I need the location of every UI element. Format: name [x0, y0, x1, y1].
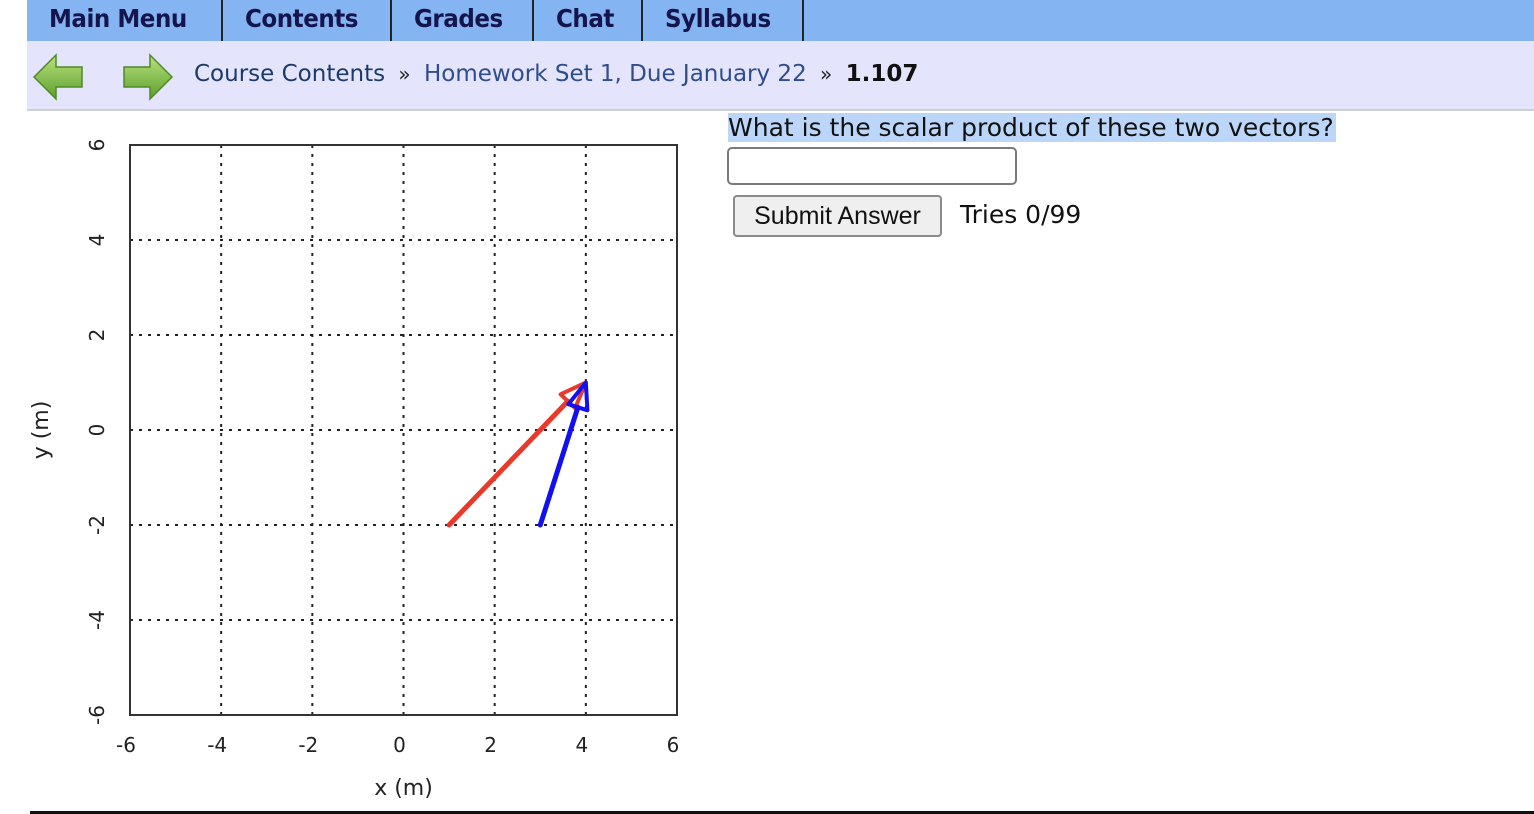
y-tick-label: 6	[85, 139, 109, 152]
x-tick-label: -6	[116, 733, 136, 757]
x-tick-label: -4	[207, 733, 227, 757]
x-tick-label: 0	[393, 733, 406, 757]
question-text: What is the scalar product of these two …	[728, 113, 1336, 142]
vector-plot: -6 -4 -2 0 2 4 6 -6 -4 -2 0 2 4 6 x (m) y (m)	[29, 139, 679, 801]
breadcrumb-separator: »	[820, 62, 833, 86]
forward-arrow-icon[interactable]	[122, 53, 174, 101]
y-tick-label: 4	[85, 234, 109, 247]
tab-chat[interactable]: Chat	[534, 0, 644, 41]
top-navigation: Main Menu Contents Grades Chat Syllabus	[27, 0, 1534, 41]
y-tick-label: 0	[85, 424, 109, 437]
breadcrumb-separator: »	[398, 62, 411, 86]
answer-input[interactable]	[727, 147, 1017, 185]
tab-label: Contents	[244, 4, 358, 33]
breadcrumb: Course Contents » Homework Set 1, Due Ja…	[194, 61, 918, 87]
breadcrumb-course-contents[interactable]: Course Contents	[194, 61, 385, 87]
submit-answer-button[interactable]: Submit Answer	[733, 195, 942, 237]
y-tick-label: 2	[85, 329, 109, 342]
x-tick-label: -2	[298, 733, 318, 757]
tab-label: Syllabus	[665, 4, 771, 33]
back-arrow-icon[interactable]	[32, 53, 84, 101]
tab-label: Main Menu	[49, 4, 187, 33]
vector-red-shaft	[446, 398, 571, 528]
x-tick-label: 2	[484, 733, 497, 757]
y-tick-label: -2	[85, 515, 109, 535]
breadcrumb-current: 1.107	[845, 61, 919, 87]
y-axis-label: y (m)	[29, 401, 54, 460]
x-tick-label: 6	[667, 733, 680, 757]
breadcrumb-homework-set[interactable]: Homework Set 1, Due January 22	[424, 61, 807, 87]
plot-ticks: -6 -4 -2 0 2 4 6 -6 -4 -2 0 2 4 6	[85, 139, 679, 757]
y-tick-label: -4	[85, 610, 109, 630]
tab-label: Chat	[556, 4, 614, 33]
tab-contents[interactable]: Contents	[223, 0, 392, 41]
breadcrumb-bar: Course Contents » Homework Set 1, Due Ja…	[27, 41, 1534, 111]
x-tick-label: 4	[575, 733, 588, 757]
plot-grid	[130, 145, 677, 715]
tab-syllabus[interactable]: Syllabus	[643, 0, 804, 41]
tab-label: Grades	[413, 4, 503, 33]
tab-main-menu[interactable]: Main Menu	[27, 0, 223, 41]
tries-counter: Tries 0/99	[960, 200, 1082, 229]
y-tick-label: -6	[85, 705, 109, 725]
plot-vectors	[446, 380, 590, 528]
tab-grades[interactable]: Grades	[392, 0, 535, 41]
x-axis-label: x (m)	[374, 776, 433, 801]
